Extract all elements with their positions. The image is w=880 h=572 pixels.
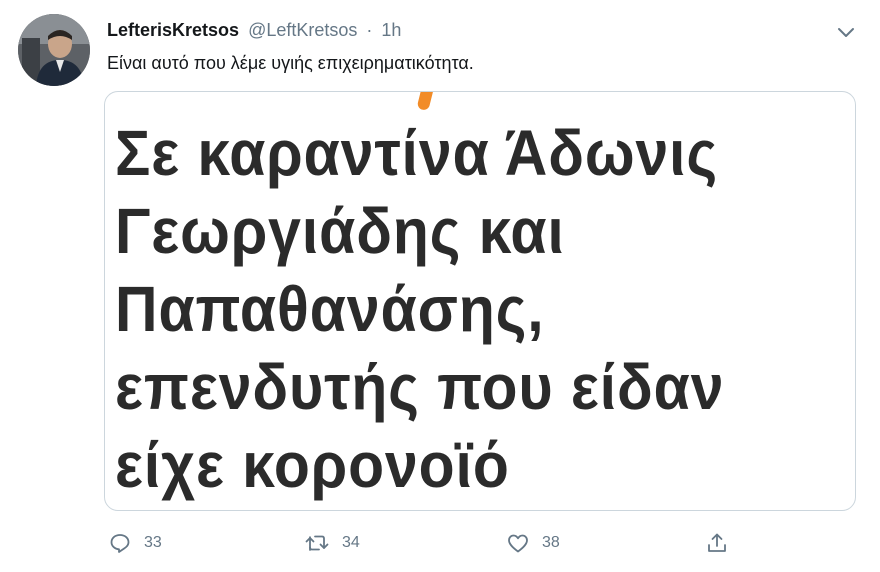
like-count: 38 xyxy=(542,534,560,551)
share-icon xyxy=(708,533,726,552)
share-button[interactable] xyxy=(705,528,729,558)
headline-line: Σε καραντίνα Άδωνις xyxy=(115,117,719,189)
avatar-photo xyxy=(18,14,90,86)
reply-icon xyxy=(110,534,130,553)
heart-icon xyxy=(508,534,528,553)
reply-button[interactable]: 33 xyxy=(108,528,162,558)
user-handle[interactable]: @LeftKretsos xyxy=(248,20,357,40)
tweet-menu-button[interactable] xyxy=(834,20,858,44)
retweet-icon xyxy=(305,535,329,551)
headline-line: είχε κορονοϊό xyxy=(115,429,510,501)
headline-line: Παπαθανάσης, xyxy=(115,273,545,345)
media-accent-mark xyxy=(416,92,434,112)
timestamp[interactable]: 1h xyxy=(381,20,401,40)
display-name[interactable]: LefterisKretsos xyxy=(107,20,239,40)
headline-line: Γεωργιάδης και xyxy=(115,195,565,267)
chevron-down-icon xyxy=(838,28,854,37)
avatar[interactable] xyxy=(18,14,90,86)
media-headline: Σε καραντίνα Άδωνις Γεωργιάδης και Παπαθ… xyxy=(115,114,724,504)
tweet[interactable]: LefterisKretsos @LeftKretsos · 1h Είναι … xyxy=(0,0,880,572)
retweet-button[interactable]: 34 xyxy=(304,528,360,558)
like-button[interactable]: 38 xyxy=(506,528,560,558)
headline-line: επενδυτής που είδαν xyxy=(115,351,725,423)
tweet-text: Είναι αυτό που λέμε υγιής επιχειρηματικό… xyxy=(107,53,474,73)
tweet-media-image[interactable]: Σε καραντίνα Άδωνις Γεωργιάδης και Παπαθ… xyxy=(104,91,856,511)
tweet-actions: 33 34 38 xyxy=(0,528,880,560)
retweet-count: 34 xyxy=(342,534,360,551)
tweet-header: LefterisKretsos @LeftKretsos · 1h xyxy=(107,18,401,42)
reply-count: 33 xyxy=(144,534,162,551)
separator-dot: · xyxy=(366,20,373,40)
